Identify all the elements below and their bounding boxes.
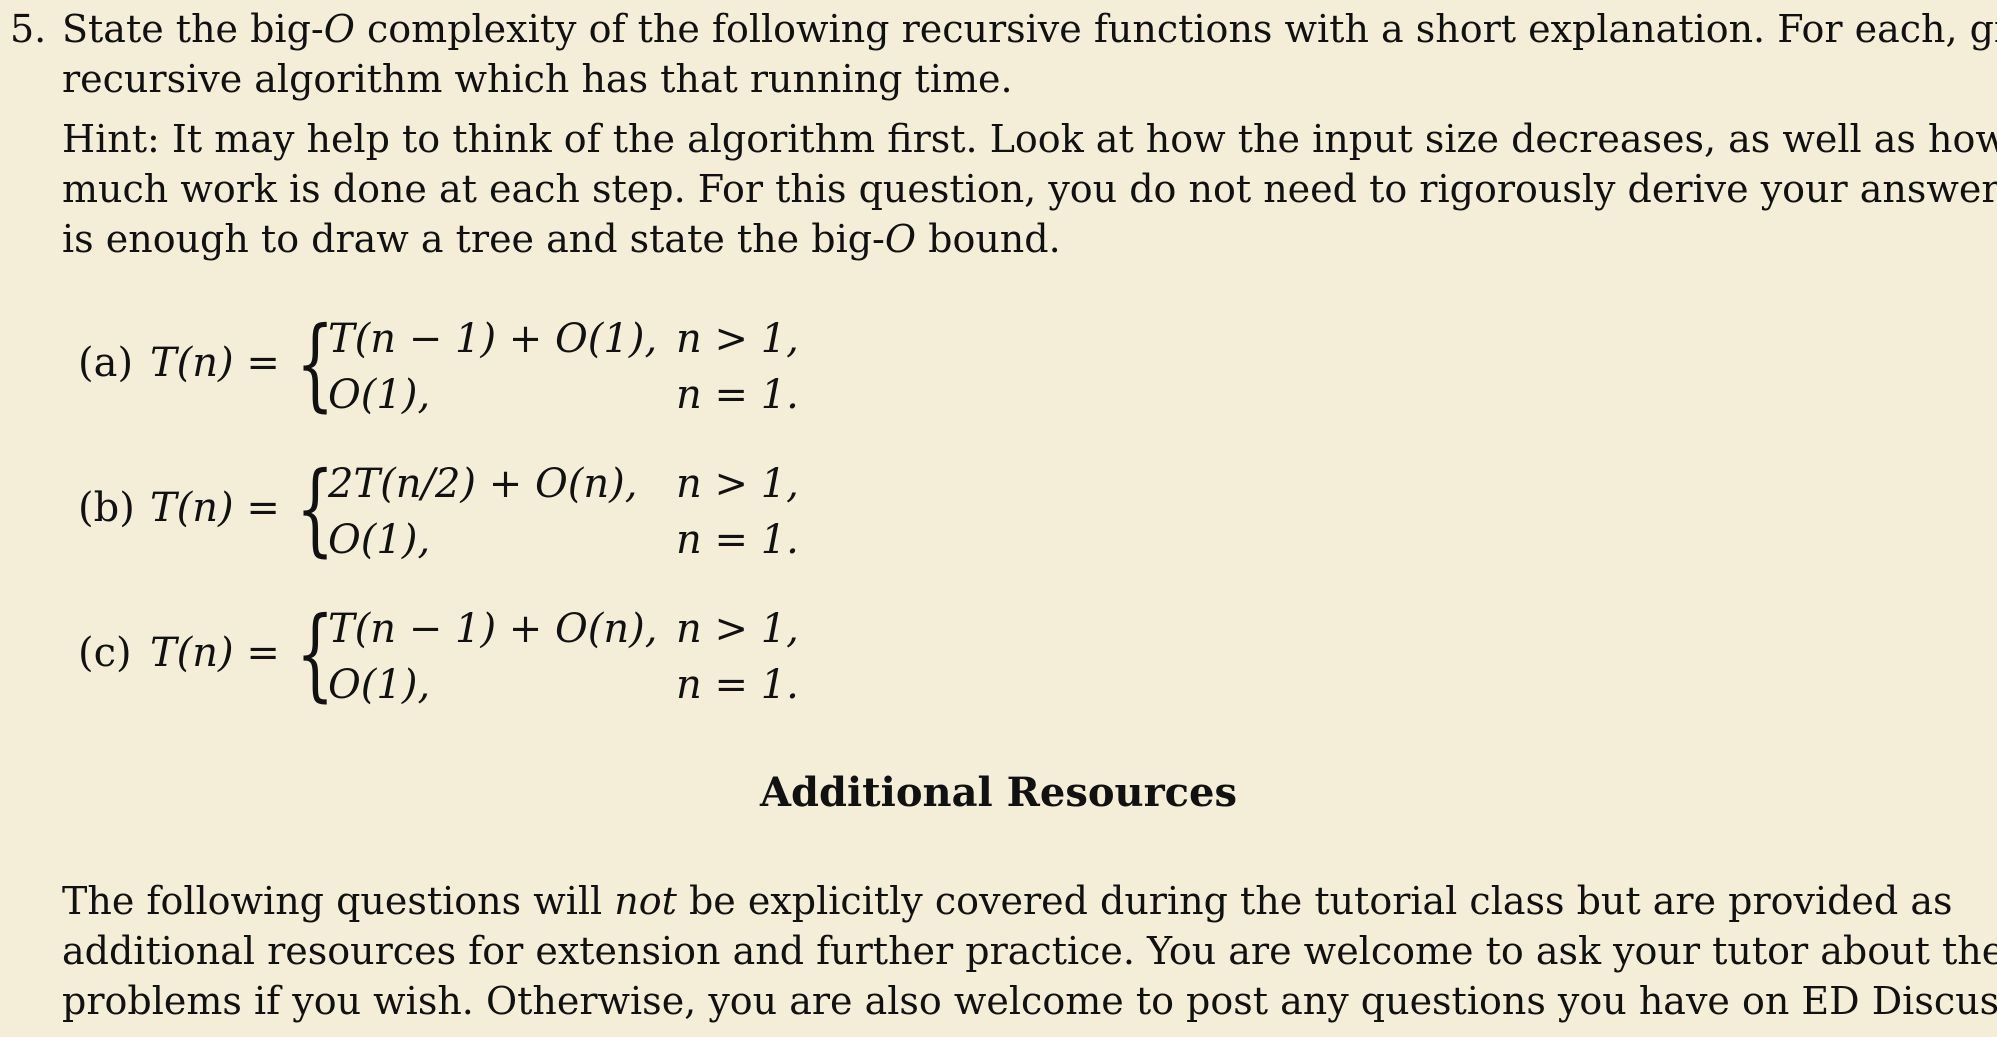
case-expression-1: 2T(n/2) + O(n), <box>328 461 638 507</box>
case-condition-1: n > 1, <box>676 461 799 507</box>
question-intro: State the big-O complexity of the follow… <box>62 4 1997 104</box>
section-heading: Additional Resources <box>759 769 1237 816</box>
recurrence-lhs: T(n) = <box>150 340 280 386</box>
recurrence-a: (a) T(n) = { T(n − 1) + O(1), n > 1, O(1… <box>78 305 838 428</box>
document-page: 5. State the big-O complexity of the fol… <box>0 0 1997 1037</box>
resources-line-3: problems if you wish. Otherwise, you are… <box>62 979 1997 1023</box>
hint-line-1: Hint: It may help to think of the algori… <box>62 117 1997 161</box>
recurrence-label: (c) <box>78 630 132 676</box>
recurrence-lhs: T(n) = <box>150 485 280 531</box>
recurrence-c: (c) T(n) = { T(n − 1) + O(n), n > 1, O(1… <box>78 595 838 718</box>
resources-line-1: The following questions will not be expl… <box>62 879 1953 923</box>
recurrence-lhs: T(n) = <box>150 630 280 676</box>
case-expression-1: T(n − 1) + O(1), <box>328 316 658 362</box>
recurrence-b: (b) T(n) = { 2T(n/2) + O(n), n > 1, O(1)… <box>78 450 838 573</box>
hint-line-2: much work is done at each step. For this… <box>62 167 1997 211</box>
question-number: 5. <box>10 7 47 51</box>
resources-line-2: additional resources for extension and f… <box>62 929 1997 973</box>
case-expression-2: O(1), <box>328 662 431 708</box>
hint-line-3: is enough to draw a tree and state the b… <box>62 217 1061 261</box>
case-expression-2: O(1), <box>328 372 431 418</box>
hint-paragraph: Hint: It may help to think of the algori… <box>62 114 1997 264</box>
recurrence-label: (b) <box>78 485 135 531</box>
case-condition-2: n = 1. <box>676 662 799 708</box>
question-intro-line-1: State the big-O complexity of the follow… <box>62 7 1997 51</box>
case-condition-2: n = 1. <box>676 372 799 418</box>
case-expression-1: T(n − 1) + O(n), <box>328 606 658 652</box>
case-expression-2: O(1), <box>328 517 431 563</box>
resources-paragraph: The following questions will not be expl… <box>62 876 1997 1026</box>
case-condition-1: n > 1, <box>676 606 799 652</box>
recurrence-label: (a) <box>78 340 134 386</box>
question-intro-line-2: recursive algorithm which has that runni… <box>62 57 1013 101</box>
case-condition-2: n = 1. <box>676 517 799 563</box>
case-condition-1: n > 1, <box>676 316 799 362</box>
